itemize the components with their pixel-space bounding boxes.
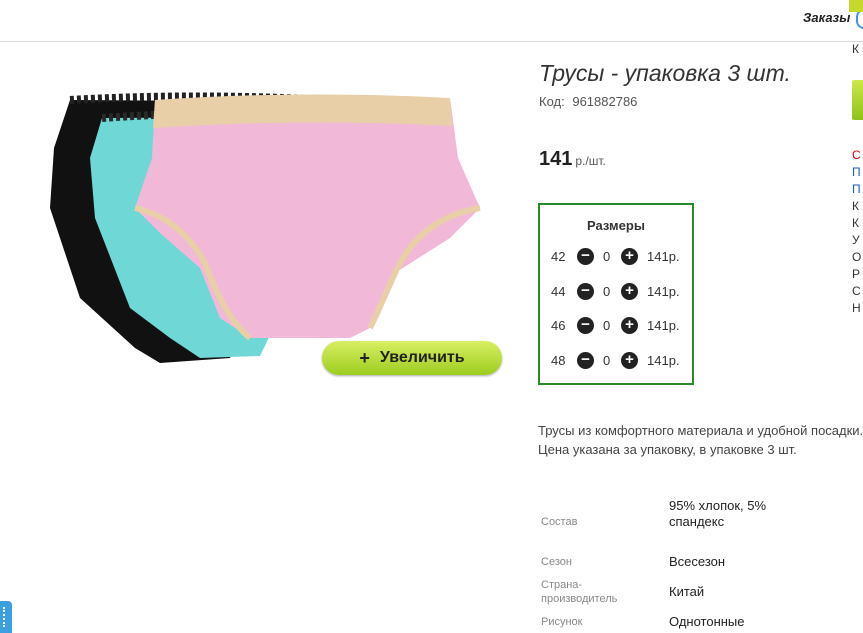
right-sidebar-letter: О: [852, 250, 862, 264]
plus-icon[interactable]: +: [621, 283, 638, 300]
spec-value: Однотонные: [669, 614, 745, 629]
spec-value: Всесезон: [669, 554, 726, 569]
minus-icon[interactable]: −: [577, 283, 594, 300]
right-sidebar-letter: К: [852, 42, 859, 56]
size-price: 141р.: [647, 318, 680, 333]
plus-icon[interactable]: +: [621, 248, 638, 265]
spec-label: Состав: [541, 516, 578, 528]
plus-icon[interactable]: +: [621, 317, 638, 334]
right-sidebar-letter[interactable]: П: [852, 164, 861, 180]
zoom-button[interactable]: + Увеличить: [322, 341, 502, 375]
spec-label: Сезон: [541, 556, 572, 568]
size-price: 141р.: [647, 284, 680, 299]
quantity-value: 0: [603, 353, 611, 368]
right-sidebar-letter: К: [852, 199, 859, 213]
right-sidebar-button[interactable]: [852, 80, 863, 120]
sizes-title: Размеры: [587, 218, 645, 233]
spec-label: Страна-производитель: [541, 579, 618, 605]
right-sidebar-letter[interactable]: П: [852, 181, 861, 197]
size-row: 48 − 0 + 141р.: [540, 351, 692, 371]
zoom-button-label: Увеличить: [379, 349, 465, 366]
right-sidebar-clipped: К С П П К К У О Р С Н: [852, 42, 863, 342]
orders-link[interactable]: Заказы: [803, 10, 850, 25]
sizes-panel: Размеры 42 − 0 + 141р. 44 − 0 + 141р. 46…: [538, 203, 694, 385]
quantity-value: 0: [603, 284, 611, 299]
right-sidebar-letter: Н: [852, 301, 861, 315]
product-code-value: 961882786: [572, 94, 638, 109]
right-sidebar-letter: Р: [852, 267, 861, 281]
dots-icon: [3, 607, 9, 627]
minus-icon[interactable]: −: [577, 317, 594, 334]
price-unit: р./шт.: [575, 154, 606, 168]
minus-icon[interactable]: −: [577, 248, 594, 265]
size-label: 42: [551, 249, 566, 264]
product-title: Трусы - упаковка 3 шт.: [539, 60, 791, 86]
product-price: 141 р./шт.: [539, 148, 606, 171]
right-sidebar-letter: С: [852, 284, 861, 298]
product-description: Трусы из комфортного материала и удобной…: [538, 423, 863, 457]
product-code: Код: 961882786: [539, 94, 637, 109]
price-value: 141: [539, 148, 573, 170]
quantity-value: 0: [603, 249, 611, 264]
size-label: 44: [551, 284, 566, 299]
size-label: 46: [551, 318, 566, 333]
orders-count-badge[interactable]: [856, 9, 863, 29]
plus-icon: +: [359, 347, 370, 368]
spec-value: 95% хлопок, 5% спандекс: [669, 498, 767, 529]
right-sidebar-letter[interactable]: С: [852, 147, 861, 163]
size-row: 46 − 0 + 141р.: [540, 316, 692, 336]
right-sidebar-letter: К: [852, 216, 859, 230]
product-code-label: Код:: [539, 94, 565, 109]
size-row: 44 − 0 + 141р.: [540, 282, 692, 302]
plus-icon[interactable]: +: [621, 352, 638, 369]
feedback-tab[interactable]: [0, 601, 12, 633]
top-bar: Заказы: [0, 0, 863, 42]
product-image[interactable]: [40, 88, 500, 373]
spec-label: Рисунок: [541, 616, 583, 628]
size-price: 141р.: [647, 249, 680, 264]
cart-corner-button[interactable]: [849, 0, 863, 12]
size-price: 141р.: [647, 353, 680, 368]
minus-icon[interactable]: −: [577, 352, 594, 369]
size-label: 48: [551, 353, 566, 368]
right-sidebar-letter: У: [852, 233, 860, 247]
spec-value: Китай: [669, 584, 705, 599]
size-row: 42 − 0 + 141р.: [540, 247, 692, 267]
quantity-value: 0: [603, 318, 611, 333]
